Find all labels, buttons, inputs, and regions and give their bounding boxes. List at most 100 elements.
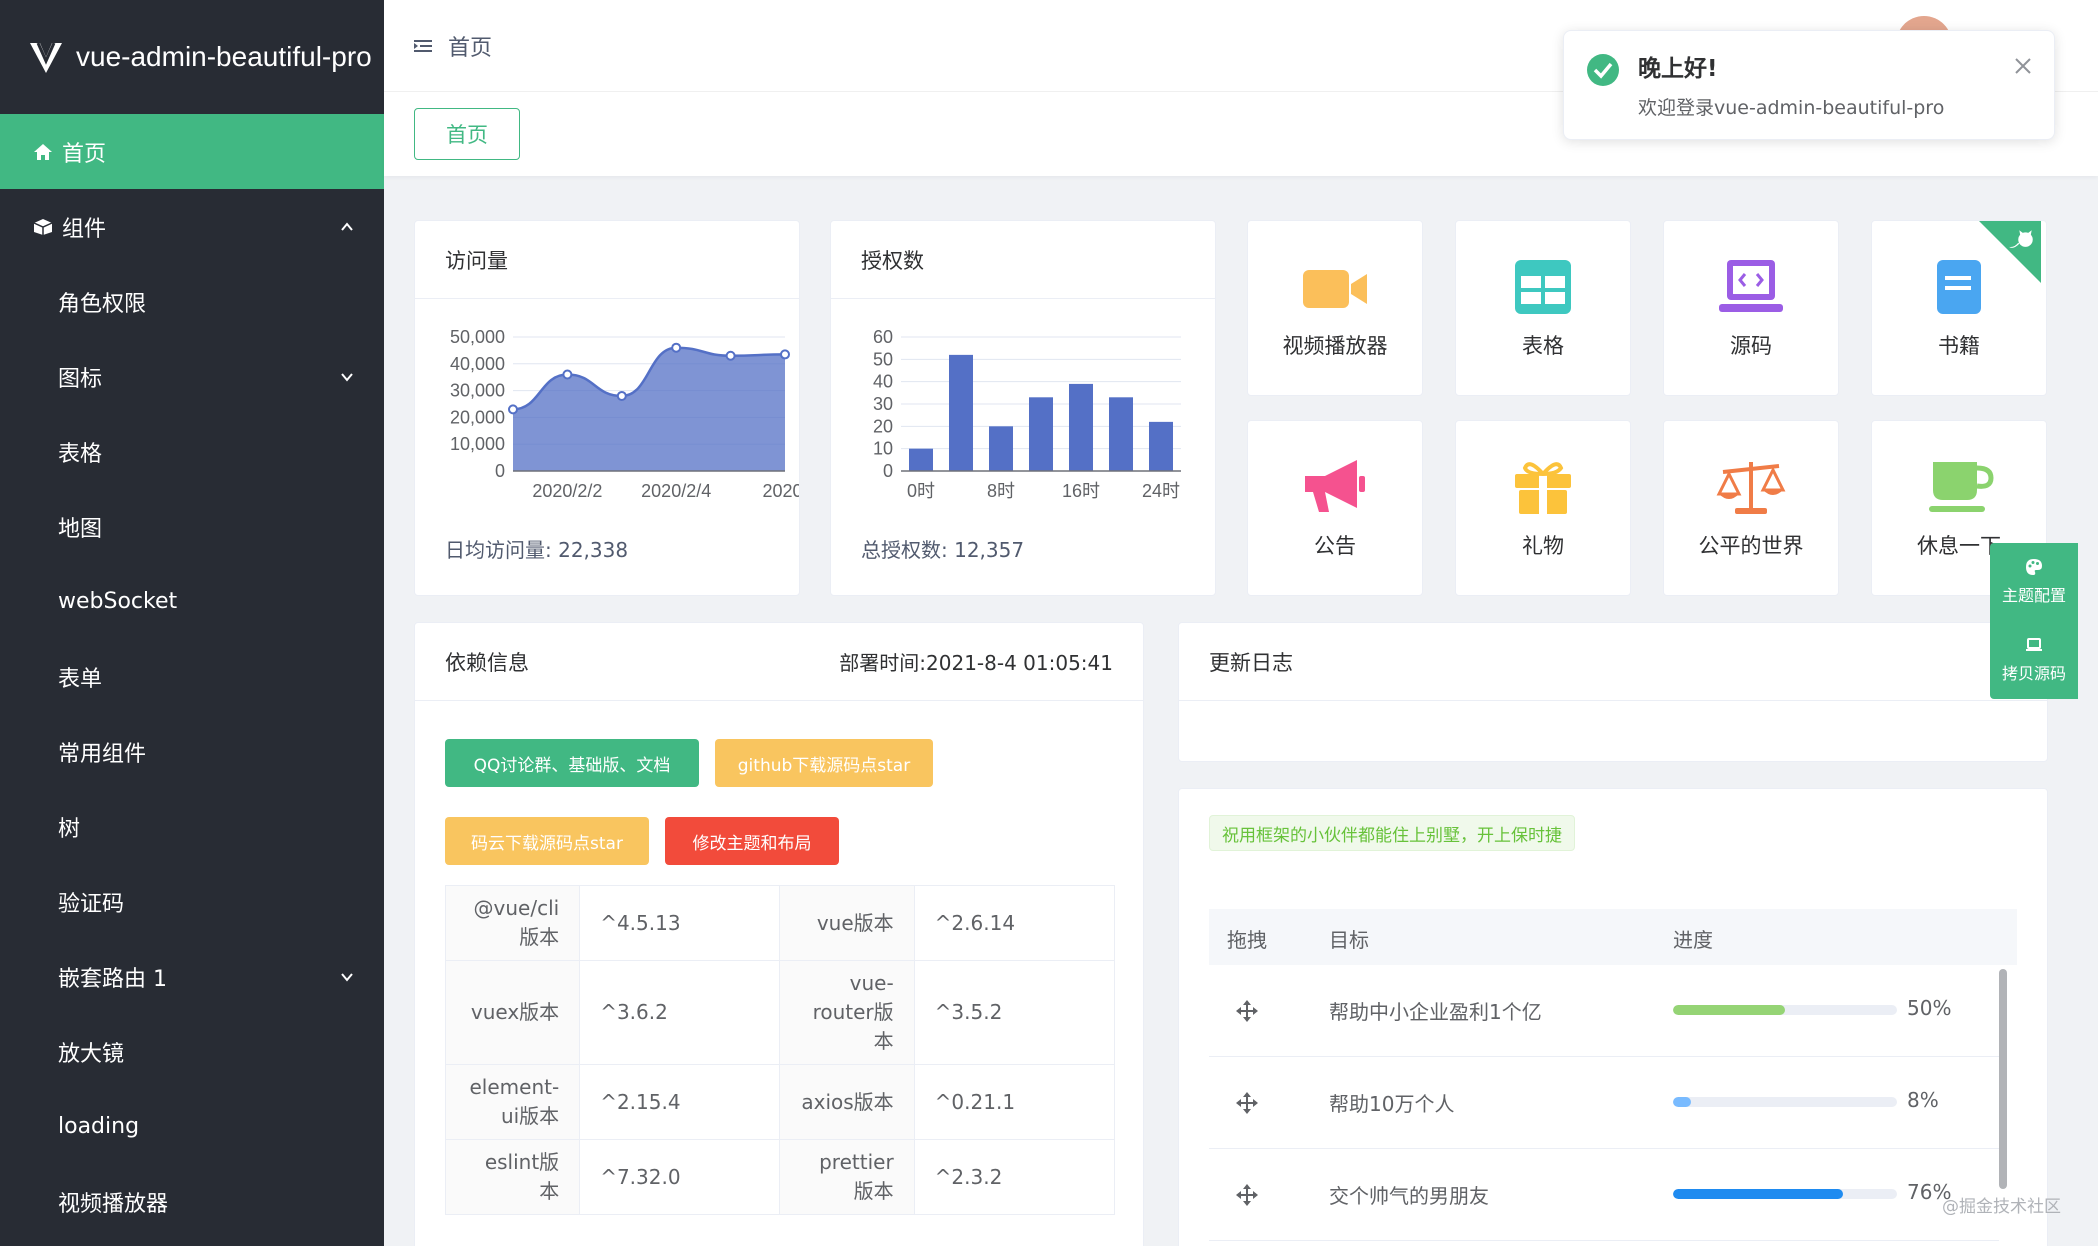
table-row[interactable]: 帮助10万个人 8% (1209, 1057, 1999, 1149)
menu-fold-icon[interactable] (414, 38, 432, 54)
theme-config-button[interactable]: 主题配置 (1990, 543, 2078, 621)
visits-card: 访问量 0 10,000 20,000 30,000 40,000 50,000 2020/… (414, 220, 800, 596)
sidebar-item-label: 表单 (58, 666, 103, 692)
goal-alert: 祝用框架的小伙伴都能住上别墅，开上保时捷 (1209, 815, 1575, 851)
sidebar-item-home[interactable]: 首页 (0, 114, 384, 189)
tile-table[interactable]: 表格 (1455, 220, 1631, 396)
progress-percent: 8% (1907, 1088, 1939, 1112)
y-tick-label: 60 (873, 327, 893, 347)
github-corner-icon[interactable] (1974, 221, 2046, 283)
tile-video-player[interactable]: 视频播放器 (1247, 220, 1423, 396)
github-download-button[interactable]: github下载源码点star (715, 739, 933, 787)
sidebar-item-label: 常用组件 (58, 741, 147, 767)
tile-label: 公告 (1314, 534, 1356, 558)
sidebar-item-tree[interactable]: 树 (0, 789, 384, 864)
close-icon[interactable] (2014, 57, 2032, 75)
coffee-icon (1929, 462, 1994, 512)
gitee-download-button[interactable]: 码云下载源码点star (445, 817, 649, 865)
dep-key: vue版本 (779, 885, 915, 961)
sidebar-item-captcha[interactable]: 验证码 (0, 864, 384, 939)
tile-books[interactable]: 书籍 (1871, 220, 2047, 396)
dep-key: vue-router版本 (779, 960, 915, 1065)
data-point (671, 342, 682, 353)
sidebar-item-label: 角色权限 (58, 291, 147, 317)
gift-icon (1515, 462, 1571, 514)
logo-icon (30, 42, 62, 73)
column-header-goal: 目标 (1329, 928, 1369, 952)
y-tick-label: 30,000 (450, 381, 505, 401)
card-title: 授权数 (861, 248, 924, 273)
breadcrumb[interactable]: 首页 (448, 30, 492, 62)
sidebar-item-loading[interactable]: loading (0, 1089, 384, 1164)
tab-home[interactable]: 首页 (414, 108, 520, 160)
table-row[interactable]: 帮助中小企业盈利1个亿 50% (1209, 965, 1999, 1057)
table-row[interactable]: 交个帅气的男朋友 76% (1209, 1149, 1999, 1241)
bar (949, 354, 973, 471)
y-tick-label: 0 (883, 461, 893, 481)
box-icon (30, 216, 56, 238)
sidebar-item-label: 地图 (58, 516, 103, 542)
y-tick-label: 30 (873, 394, 893, 414)
drag-handle-icon[interactable] (1235, 999, 1259, 1023)
sidebar-item-video-player[interactable]: 视频播放器 (0, 1164, 384, 1239)
change-theme-button[interactable]: 修改主题和布局 (665, 817, 839, 865)
data-point (616, 390, 627, 401)
bar (1109, 397, 1133, 471)
bar (989, 426, 1013, 471)
drag-handle-icon[interactable] (1235, 1091, 1259, 1115)
dep-key: element-ui版本 (444, 1064, 581, 1140)
y-tick-label: 50,000 (450, 327, 505, 347)
qq-group-button[interactable]: QQ讨论群、基础版、文档 (445, 739, 699, 787)
table-row: vuex版本 ^3.6.2 vue-router版本 ^3.5.2 (444, 960, 1116, 1065)
copy-source-button[interactable]: 拷贝源码 (1990, 621, 2078, 699)
theme-config-label: 主题配置 (2001, 586, 2066, 605)
laptop-code-icon (1719, 260, 1783, 312)
logo[interactable]: vue-admin-beautiful-pro (0, 0, 384, 114)
tile-source-code[interactable]: 源码 (1663, 220, 1839, 396)
sidebar-item-label: 放大镜 (58, 1041, 125, 1067)
y-tick-label: 40,000 (450, 354, 505, 374)
sidebar-item-label: 首页 (62, 141, 107, 167)
y-tick-label: 10,000 (450, 434, 505, 454)
sidebar-item-label: 视频播放器 (58, 1191, 169, 1217)
tile-label: 源码 (1730, 334, 1772, 358)
sidebar-item-components[interactable]: 组件 (0, 189, 384, 264)
sidebar-item-magnifier[interactable]: 放大镜 (0, 1014, 384, 1089)
tile-fair-world[interactable]: 公平的世界 (1663, 420, 1839, 596)
table-row: eslint版本 ^7.32.0 prettier版本 ^2.3.2 (444, 1139, 1116, 1215)
palette-icon (2026, 559, 2042, 575)
notification-message: 欢迎登录vue-admin-beautiful-pro (1638, 97, 1945, 119)
tile-label: 书籍 (1938, 334, 1980, 358)
sidebar-item-table[interactable]: 表格 (0, 414, 384, 489)
dep-key: eslint版本 (444, 1139, 581, 1215)
tile-label: 表格 (1522, 334, 1564, 358)
sidebar-item-common-components[interactable]: 常用组件 (0, 714, 384, 789)
sidebar-item-label: webSocket (58, 589, 178, 614)
sidebar-item-role-permission[interactable]: 角色权限 (0, 264, 384, 339)
drag-handle-icon[interactable] (1235, 1183, 1259, 1207)
table-row: @vue/cli版本 ^4.5.13 vue版本 ^2.6.14 (444, 885, 1116, 961)
tile-label: 视频播放器 (1282, 334, 1388, 358)
copy-source-label: 拷贝源码 (2001, 664, 2066, 683)
sidebar-item-form[interactable]: 表单 (0, 639, 384, 714)
card-title: 访问量 (445, 248, 508, 273)
sidebar-item-label: 组件 (62, 216, 107, 242)
dep-value: ^0.21.1 (913, 1064, 1116, 1140)
scrollbar[interactable] (1999, 969, 2007, 1189)
sidebar-item-websocket[interactable]: webSocket (0, 564, 384, 639)
sidebar-item-label: 验证码 (58, 891, 125, 917)
changelog-card: 更新日志 (1178, 622, 2048, 762)
balance-scale-icon (1716, 462, 1786, 514)
main-area: 首页 首页 访问量 0 10,000 20,000 30,000 40,000 50,00… (384, 0, 2098, 1246)
notification-title: 晚上好! (1638, 56, 1718, 82)
tile-label: 礼物 (1522, 534, 1564, 558)
tile-announcement[interactable]: 公告 (1247, 420, 1423, 596)
sidebar-item-nested-route[interactable]: 嵌套路由 1 (0, 939, 384, 1014)
float-panel: 主题配置 拷贝源码 (1990, 543, 2078, 699)
sidebar-item-icons[interactable]: 图标 (0, 339, 384, 414)
goal-text: 交个帅气的男朋友 (1329, 1184, 1489, 1208)
sidebar-item-map[interactable]: 地图 (0, 489, 384, 564)
dep-key: @vue/cli版本 (444, 885, 581, 961)
bullhorn-icon (1305, 460, 1365, 512)
tile-gift[interactable]: 礼物 (1455, 420, 1631, 596)
